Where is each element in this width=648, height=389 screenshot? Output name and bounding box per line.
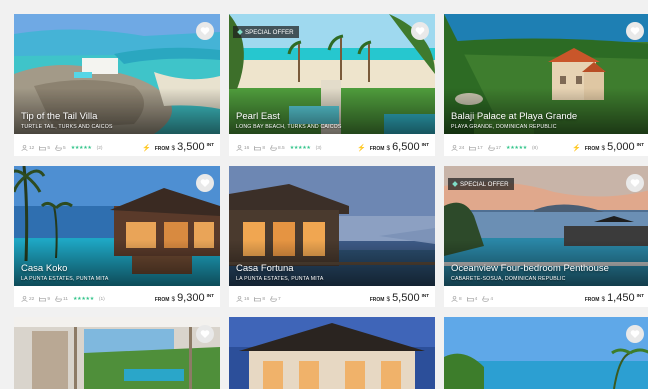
lightning-icon: ⚡ (571, 145, 581, 152)
rating-stars: ★★★★★ (70, 145, 92, 151)
listing-card[interactable] (14, 317, 220, 389)
bed-icon (39, 297, 47, 302)
listing-location: LONG BAY BEACH, TURKS AND CAICOS (236, 124, 342, 130)
favorite-button[interactable] (626, 22, 644, 40)
listing-card[interactable]: SPECIAL OFFER Oceanview Four-bedroom Pen… (444, 166, 648, 307)
listing-photo[interactable] (444, 317, 648, 389)
special-offer-badge: SPECIAL OFFER (233, 26, 299, 38)
rating-stars: ★★★★★ (506, 145, 527, 151)
guests-icon (236, 145, 243, 151)
guests-icon (451, 296, 458, 302)
favorite-button[interactable] (196, 22, 214, 40)
listing-card[interactable]: Casa Koko LA PUNTA ESTATES, PUNTA MITA 2… (14, 166, 220, 307)
listing-photo[interactable]: SPECIAL OFFER Pearl East LONG BAY BEACH,… (229, 14, 435, 134)
heart-icon (415, 27, 425, 35)
favorite-button[interactable] (196, 325, 214, 343)
diamond-icon (452, 181, 458, 187)
bath-icon (270, 145, 277, 151)
review-count: (8) (531, 145, 538, 151)
listing-photo[interactable]: Tip of the Tail Villa TURTLE TAIL, TURKS… (14, 14, 220, 134)
guests-icon (21, 145, 28, 151)
listing-photo[interactable] (229, 317, 435, 389)
listing-meta: 8 4 4 (451, 296, 493, 302)
diamond-icon (237, 29, 243, 35)
listing-card[interactable] (229, 317, 435, 389)
listing-card[interactable]: Casa Fortuna LA PUNTA ESTATES, PUNTA MIT… (229, 166, 435, 307)
review-count: (1) (98, 296, 105, 302)
listing-price: ⚡ FROM $ 5,000 INT (571, 141, 644, 153)
guests-icon (451, 145, 458, 151)
bath-icon (55, 296, 62, 302)
rating-stars: ★★★★★ (73, 296, 94, 302)
listing-title[interactable]: Pearl East (236, 111, 280, 122)
listing-photo[interactable]: Casa Fortuna LA PUNTA ESTATES, PUNTA MIT… (229, 166, 435, 286)
heart-icon (200, 27, 210, 35)
listing-photo[interactable]: Balaji Palace at Playa Grande PLAYA GRAN… (444, 14, 648, 134)
guests-icon (236, 296, 243, 302)
listing-card[interactable] (444, 317, 648, 389)
guests-icon (21, 296, 28, 302)
bed-icon (466, 297, 474, 302)
favorite-button[interactable] (196, 174, 214, 192)
listing-location: PLAYA GRANDE, DOMINICAN REPUBLIC (451, 124, 557, 130)
bed-icon (254, 297, 262, 302)
listing-meta: 12 5 5 ★★★★★ (2) (21, 145, 102, 151)
heart-icon (630, 27, 640, 35)
bath-icon (487, 145, 495, 151)
listing-price: FROM $ 1,450 INT (584, 292, 644, 304)
review-count: (3) (315, 145, 322, 151)
listing-card[interactable]: Balaji Palace at Playa Grande PLAYA GRAN… (444, 14, 648, 156)
listing-photo[interactable]: SPECIAL OFFER Oceanview Four-bedroom Pen… (444, 166, 648, 286)
bath-icon (482, 296, 490, 302)
favorite-button[interactable] (626, 174, 644, 192)
listing-price: FROM $ 9,300 INT (154, 292, 214, 304)
bed-icon (39, 146, 47, 151)
heart-icon (630, 330, 640, 338)
favorite-button[interactable] (411, 22, 429, 40)
listing-meta: 16 8 7 (236, 296, 281, 302)
listing-price: FROM $ 5,500 INT (369, 292, 429, 304)
heart-icon (630, 179, 640, 187)
listing-photo[interactable]: Casa Koko LA PUNTA ESTATES, PUNTA MITA (14, 166, 220, 286)
listing-location: LA PUNTA ESTATES, PUNTA MITA (21, 276, 109, 282)
listing-title[interactable]: Oceanview Four-bedroom Penthouse (451, 263, 609, 274)
listing-location: LA PUNTA ESTATES, PUNTA MITA (236, 276, 324, 282)
listing-price: ⚡ FROM $ 6,500 INT (356, 141, 429, 153)
lightning-icon: ⚡ (141, 145, 151, 152)
rating-stars: ★★★★★ (289, 145, 311, 151)
heart-icon (200, 330, 210, 338)
listing-card[interactable]: Tip of the Tail Villa TURTLE TAIL, TURKS… (14, 14, 220, 156)
listing-photo[interactable] (14, 317, 220, 389)
listing-price: ⚡ FROM $ 3,500 INT (141, 141, 214, 153)
listing-location: TURTLE TAIL, TURKS AND CAICOS (21, 124, 113, 130)
listing-meta: 24 17 17 ★★★★★ (8) (451, 145, 538, 151)
listing-title[interactable]: Casa Koko (21, 263, 67, 274)
bed-icon (254, 146, 262, 151)
listing-meta: 16 8 8.5 ★★★★★ (3) (236, 145, 321, 151)
listing-meta: 22 9 11 ★★★★★ (1) (21, 296, 105, 302)
review-count: (2) (96, 145, 103, 151)
bath-icon (55, 145, 62, 151)
special-offer-badge: SPECIAL OFFER (448, 178, 514, 190)
listing-grid: Tip of the Tail Villa TURTLE TAIL, TURKS… (0, 0, 648, 389)
favorite-button[interactable] (626, 325, 644, 343)
bath-icon (270, 296, 277, 302)
listing-card[interactable]: SPECIAL OFFER Pearl East LONG BAY BEACH,… (229, 14, 435, 156)
listing-location: CABARETE-SOSUA, DOMINICAN REPUBLIC (451, 276, 566, 282)
listing-title[interactable]: Tip of the Tail Villa (21, 111, 97, 122)
heart-icon (200, 179, 210, 187)
lightning-icon: ⚡ (356, 145, 366, 152)
listing-title[interactable]: Balaji Palace at Playa Grande (451, 111, 577, 122)
bed-icon (469, 146, 477, 151)
listing-title[interactable]: Casa Fortuna (236, 263, 294, 274)
